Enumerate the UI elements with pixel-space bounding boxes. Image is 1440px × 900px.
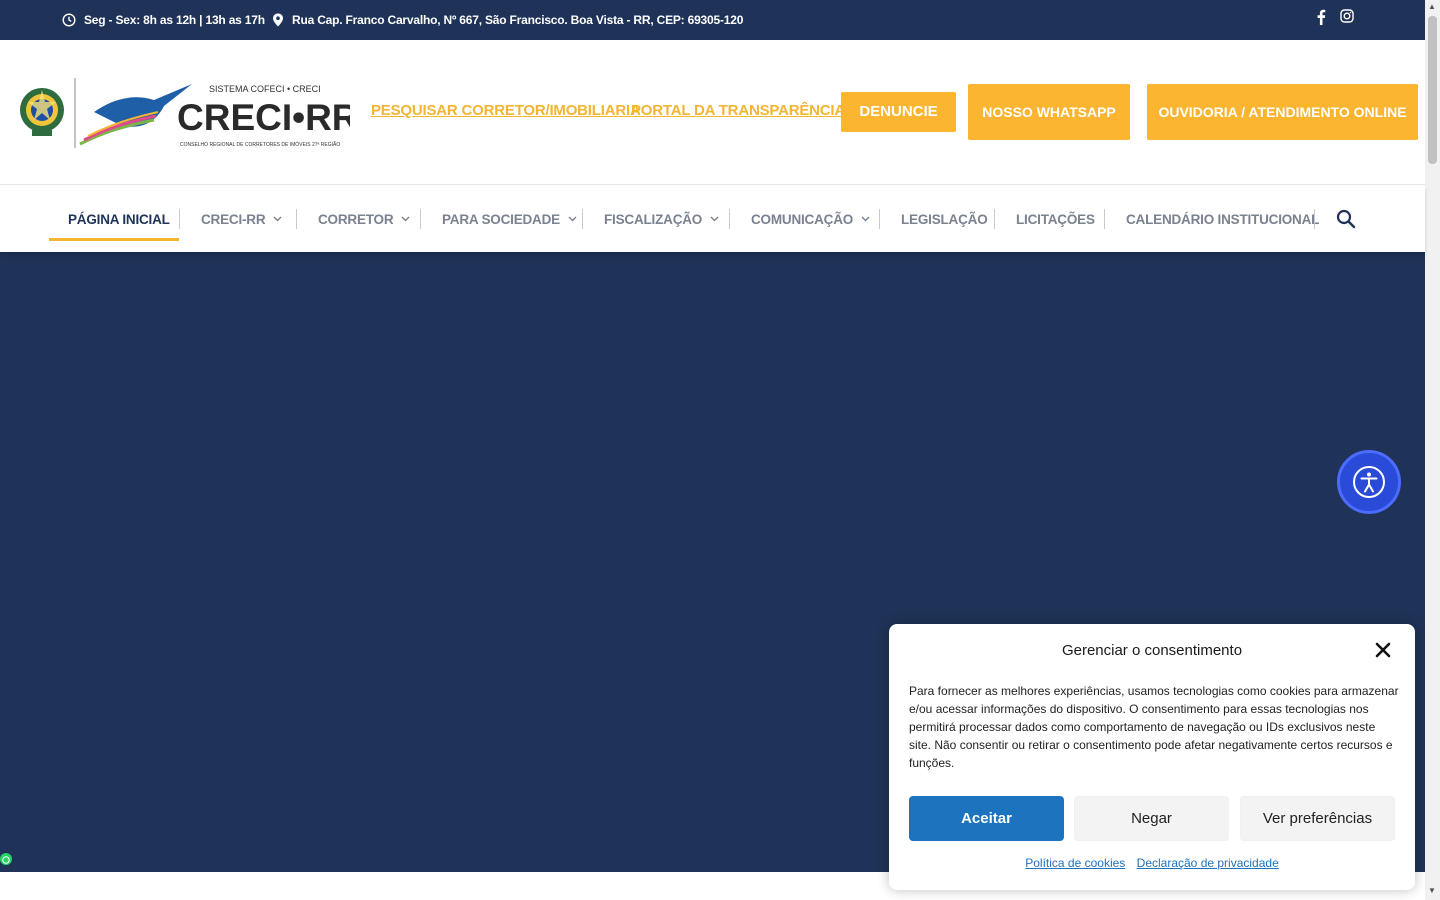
nav-label: PARA SOCIEDADE — [442, 211, 560, 227]
nav-item-licitacoes[interactable]: LICITAÇÕES — [1016, 186, 1095, 252]
nav-label: LEGISLAÇÃO — [901, 211, 988, 227]
nav-item-fiscalizacao[interactable]: FISCALIZAÇÃO — [604, 186, 719, 252]
search-button[interactable] — [1336, 209, 1356, 234]
active-nav-indicator — [49, 238, 179, 241]
whatsapp-icon — [2, 856, 10, 864]
opening-hours: Seg - Sex: 8h as 12h | 13h as 17h — [62, 0, 265, 40]
instagram-link[interactable] — [1340, 9, 1354, 23]
denounce-button[interactable]: DENUNCIE — [841, 92, 956, 132]
nav-item-creci-rr[interactable]: CRECI-RR — [201, 186, 282, 252]
cookie-consent-dialog: Gerenciar o consentimento Para fornecer … — [889, 624, 1415, 890]
nav-label: COMUNICAÇÃO — [751, 211, 854, 227]
nav-item-home[interactable]: PÁGINA INICIAL — [68, 186, 170, 252]
chevron-down-icon — [568, 216, 577, 222]
close-consent-button[interactable] — [1375, 642, 1391, 663]
scroll-down-arrow[interactable]: ▼ — [1428, 886, 1436, 895]
accessibility-icon — [1353, 466, 1385, 498]
facebook-icon — [1317, 9, 1326, 25]
instagram-icon — [1340, 9, 1354, 23]
hummingbird-logo-icon — [79, 84, 192, 146]
whatsapp-float-button[interactable] — [0, 853, 12, 865]
chevron-down-icon — [273, 216, 282, 222]
nav-separator — [994, 209, 995, 229]
whatsapp-button[interactable]: NOSSO WHATSAPP — [968, 84, 1130, 140]
nav-separator — [729, 209, 730, 229]
nav-separator — [1104, 209, 1105, 229]
nav-label: LICITAÇÕES — [1016, 211, 1095, 227]
nav-separator — [296, 209, 297, 229]
privacy-statement-link[interactable]: Declaração de privacidade — [1137, 856, 1279, 870]
coat-of-arms-icon — [20, 88, 64, 136]
nav-label: FISCALIZAÇÃO — [604, 211, 703, 227]
top-info-bar: Seg - Sex: 8h as 12h | 13h as 17h Rua Ca… — [0, 0, 1425, 40]
scrollbar-thumb[interactable] — [1428, 16, 1437, 164]
nav-label: CORRETOR — [318, 211, 394, 227]
main-nav: PÁGINA INICIAL CRECI-RR CORRETOR PARA SO… — [0, 186, 1425, 252]
nav-separator — [1314, 209, 1315, 229]
nav-item-para-sociedade[interactable]: PARA SOCIEDADE — [442, 186, 577, 252]
creci-rr-logo: SISTEMA COFECI • CRECI CRECI•RR CONSELHO… — [20, 78, 359, 148]
nav-separator — [582, 209, 583, 229]
clock-icon — [62, 13, 76, 27]
nav-separator — [879, 209, 880, 229]
nav-label: CRECI-RR — [201, 211, 266, 227]
transparency-portal-link[interactable]: PORTAL DA TRANSPARÊNCIA — [631, 102, 845, 119]
preferences-button[interactable]: Ver preferências — [1240, 796, 1395, 841]
close-icon — [1375, 642, 1391, 658]
chevron-down-icon — [861, 216, 870, 222]
deny-button[interactable]: Negar — [1074, 796, 1229, 841]
consent-links: Política de cookies Declaração de privac… — [889, 856, 1415, 870]
nav-separator — [420, 209, 421, 229]
ombudsman-button[interactable]: OUVIDORIA / ATENDIMENTO ONLINE — [1147, 84, 1418, 140]
logo-name: CRECI•RR — [177, 97, 350, 138]
logo-subtitle: CONSELHO REGIONAL DE CORRETORES DE IMÓVE… — [180, 141, 340, 148]
accept-button[interactable]: Aceitar — [909, 796, 1064, 841]
consent-title: Gerenciar o consentimento — [1061, 642, 1243, 659]
nav-item-comunicacao[interactable]: COMUNICAÇÃO — [751, 186, 870, 252]
cookie-policy-link[interactable]: Política de cookies — [1025, 856, 1125, 870]
chevron-down-icon — [710, 216, 719, 222]
page-scrollbar[interactable]: ▲ ▼ — [1425, 0, 1440, 900]
nav-item-calendario[interactable]: CALENDÁRIO INSTITUCIONAL — [1126, 186, 1319, 252]
search-broker-link[interactable]: PESQUISAR CORRETOR/IMOBILIARIA — [371, 102, 641, 119]
nav-separator — [179, 209, 180, 229]
search-icon — [1336, 209, 1356, 229]
chevron-down-icon — [401, 216, 410, 222]
site-logo[interactable]: SISTEMA COFECI • CRECI CRECI•RR CONSELHO… — [14, 76, 359, 152]
site-header: SISTEMA COFECI • CRECI CRECI•RR CONSELHO… — [0, 40, 1425, 185]
map-pin-icon — [273, 13, 283, 27]
logo-tagline: SISTEMA COFECI • CRECI — [209, 84, 321, 94]
nav-item-corretor[interactable]: CORRETOR — [318, 186, 410, 252]
nav-label: PÁGINA INICIAL — [68, 211, 170, 227]
accessibility-button[interactable] — [1337, 450, 1401, 514]
consent-text: Para fornecer as melhores experiências, … — [909, 684, 1399, 770]
facebook-link[interactable] — [1316, 9, 1326, 25]
scroll-up-arrow[interactable]: ▲ — [1428, 2, 1436, 11]
address: Rua Cap. Franco Carvalho, Nº 667, São Fr… — [272, 0, 743, 40]
address-text: Rua Cap. Franco Carvalho, Nº 667, São Fr… — [292, 13, 744, 27]
nav-item-legislacao[interactable]: LEGISLAÇÃO — [901, 186, 988, 252]
opening-hours-text: Seg - Sex: 8h as 12h | 13h as 17h — [84, 13, 265, 27]
nav-label: CALENDÁRIO INSTITUCIONAL — [1126, 211, 1320, 227]
